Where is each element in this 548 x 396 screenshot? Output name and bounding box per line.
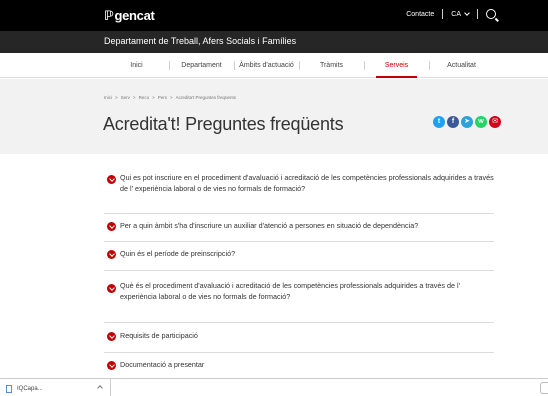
faq-question: Qui es pot inscriure en el procediment d… (120, 173, 494, 193)
faq-item[interactable]: Què és el procediment d'avaluació i acre… (104, 271, 494, 323)
download-filename: IQCapa... (17, 386, 43, 392)
nav-item-5[interactable]: Actualitat (429, 53, 494, 78)
telegram-icon[interactable]: ➤ (461, 116, 473, 128)
department-name[interactable]: Departament de Treball, Afers Socials i … (104, 36, 296, 46)
facebook-icon[interactable]: f (447, 116, 459, 128)
language-selector[interactable]: CA (451, 10, 470, 18)
top-right-tools: Contacte CA (406, 9, 496, 19)
faq-question: Requisits de participació (120, 331, 198, 340)
faq-item[interactable]: Per a quin àmbit s'ha d'inscriure un aux… (104, 214, 494, 242)
breadcrumb-separator: > (152, 95, 155, 100)
page-title: Acredita't! Preguntes freqüents (103, 114, 344, 134)
page: ℙgencat Contacte CA Departament de Treba… (0, 0, 548, 396)
divider (110, 379, 111, 396)
faq-item[interactable]: Requisits de participació (104, 323, 494, 353)
nav-item-2[interactable]: Àmbits d'actuació (234, 53, 299, 78)
nav-item-3[interactable]: Tràmits (299, 53, 364, 78)
faq-question: Quin és el període de preinscripció? (120, 249, 236, 258)
chevron-down-icon (107, 250, 116, 259)
twitter-icon[interactable]: t (433, 116, 445, 128)
divider (477, 9, 478, 19)
edge-button[interactable] (540, 382, 548, 394)
breadcrumb-separator: > (115, 95, 118, 100)
department-bar: Departament de Treball, Afers Socials i … (0, 31, 548, 53)
contact-link[interactable]: Contacte (406, 11, 434, 18)
gencat-logo[interactable]: ℙgencat (104, 8, 155, 24)
file-icon (6, 385, 12, 393)
divider (442, 9, 444, 19)
breadcrumb-item: Acredita't Preguntes freqüents (175, 95, 237, 100)
page-header: Inici > Serv > Reco > Pers > Acredita't Pregunte… (0, 79, 548, 154)
download-item[interactable]: IQCapa... (6, 385, 43, 393)
chevron-down-icon (107, 284, 116, 293)
logo-text: gencat (114, 8, 155, 23)
share-buttons: t f ➤ w ✉ (433, 116, 503, 128)
breadcrumb-separator: > (169, 95, 173, 100)
chevron-down-icon (107, 332, 116, 341)
language-label: CA (451, 10, 461, 18)
breadcrumb-item[interactable]: Reco (139, 95, 150, 100)
whatsapp-icon[interactable]: w (475, 116, 487, 128)
chevron-down-icon (107, 175, 116, 184)
nav-item-1[interactable]: Departament (169, 53, 234, 78)
faq-question: Documentació a presentar (120, 360, 205, 369)
faq-list: Qui es pot inscriure en el procediment d… (104, 163, 494, 379)
breadcrumb-item[interactable]: Serv (121, 95, 130, 100)
email-icon[interactable]: ✉ (489, 116, 501, 128)
nav-item-0[interactable]: Inici (104, 53, 169, 78)
breadcrumb-separator: > (132, 95, 136, 100)
search-icon[interactable] (486, 9, 496, 19)
nav-items: Inici Departament Àmbits d'actuació Tràmits… (104, 53, 494, 78)
breadcrumb-item[interactable]: Inici (104, 95, 112, 100)
top-bar: ℙgencat Contacte CA (0, 0, 548, 31)
faq-item[interactable]: Documentació a presentar (104, 353, 494, 379)
faq-item[interactable]: Qui es pot inscriure en el procediment d… (104, 163, 494, 214)
logo-mark: ℙ (104, 8, 114, 23)
chevron-up-icon[interactable] (97, 385, 103, 391)
chevron-down-icon (464, 10, 470, 16)
main-nav: Inici Departament Àmbits d'actuació Tràmits… (0, 53, 548, 78)
chevron-down-icon (107, 361, 116, 370)
breadcrumb: Inici > Serv > Reco > Pers > Acredita't Pregunte… (104, 95, 236, 100)
breadcrumb-item[interactable]: Pers (158, 95, 167, 100)
faq-question: Per a quin àmbit s'ha d'inscriure un aux… (120, 221, 419, 230)
faq-question: Què és el procediment d'avaluació i acre… (120, 281, 460, 301)
faq-item[interactable]: Quin és el període de preinscripció? (104, 242, 494, 271)
chevron-down-icon (107, 222, 116, 231)
nav-item-4[interactable]: Serveis (364, 53, 429, 78)
download-bar: IQCapa... (0, 378, 548, 396)
